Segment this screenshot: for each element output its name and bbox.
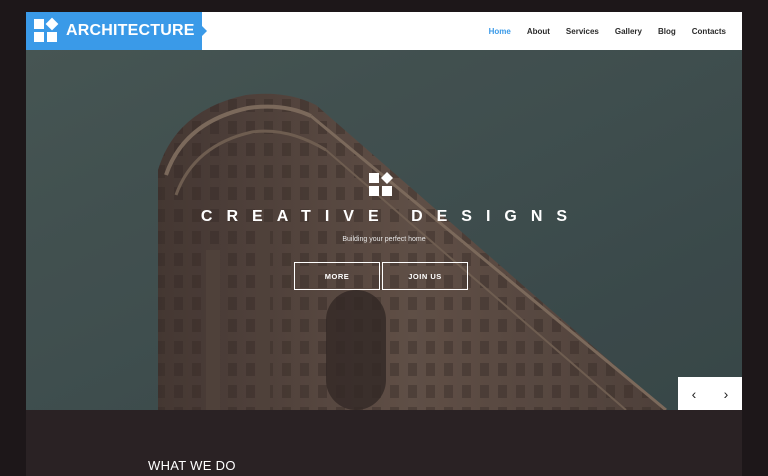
section-title: WHAT WE DO bbox=[148, 458, 236, 473]
hero-subtitle: Building your perfect home bbox=[342, 236, 426, 243]
nav-item-gallery[interactable]: Gallery bbox=[615, 27, 642, 36]
nav-item-services[interactable]: Services bbox=[566, 27, 599, 36]
chevron-left-icon[interactable]: ‹ bbox=[678, 377, 710, 410]
logo-icon bbox=[34, 17, 59, 43]
what-we-do-section: WHAT WE DO bbox=[26, 410, 742, 476]
slider-controls: ‹ › bbox=[678, 377, 742, 410]
chevron-right-icon[interactable]: › bbox=[710, 377, 742, 410]
nav-item-contacts[interactable]: Contacts bbox=[692, 27, 726, 36]
main-nav: Home About Services Gallery Blog Contact… bbox=[489, 12, 726, 50]
site-header: ARCHITECTURE Home About Services Gallery… bbox=[26, 12, 742, 50]
join-us-button[interactable]: JOIN US bbox=[382, 262, 468, 290]
hero-buttons: MORE JOIN US bbox=[294, 262, 468, 290]
hero-title: CREATIVE DESIGNS bbox=[200, 208, 582, 225]
hero-slider: CREATIVE DESIGNS Building your perfect h… bbox=[26, 50, 742, 410]
nav-item-home[interactable]: Home bbox=[489, 27, 511, 36]
nav-item-about[interactable]: About bbox=[527, 27, 550, 36]
brand-name: ARCHITECTURE bbox=[66, 22, 195, 39]
brand-logo[interactable]: ARCHITECTURE bbox=[26, 12, 207, 50]
hero-background-image bbox=[26, 50, 742, 410]
page-frame: ARCHITECTURE Home About Services Gallery… bbox=[26, 12, 742, 476]
logo-icon bbox=[369, 171, 394, 197]
more-button[interactable]: MORE bbox=[294, 262, 380, 290]
nav-item-blog[interactable]: Blog bbox=[658, 27, 676, 36]
